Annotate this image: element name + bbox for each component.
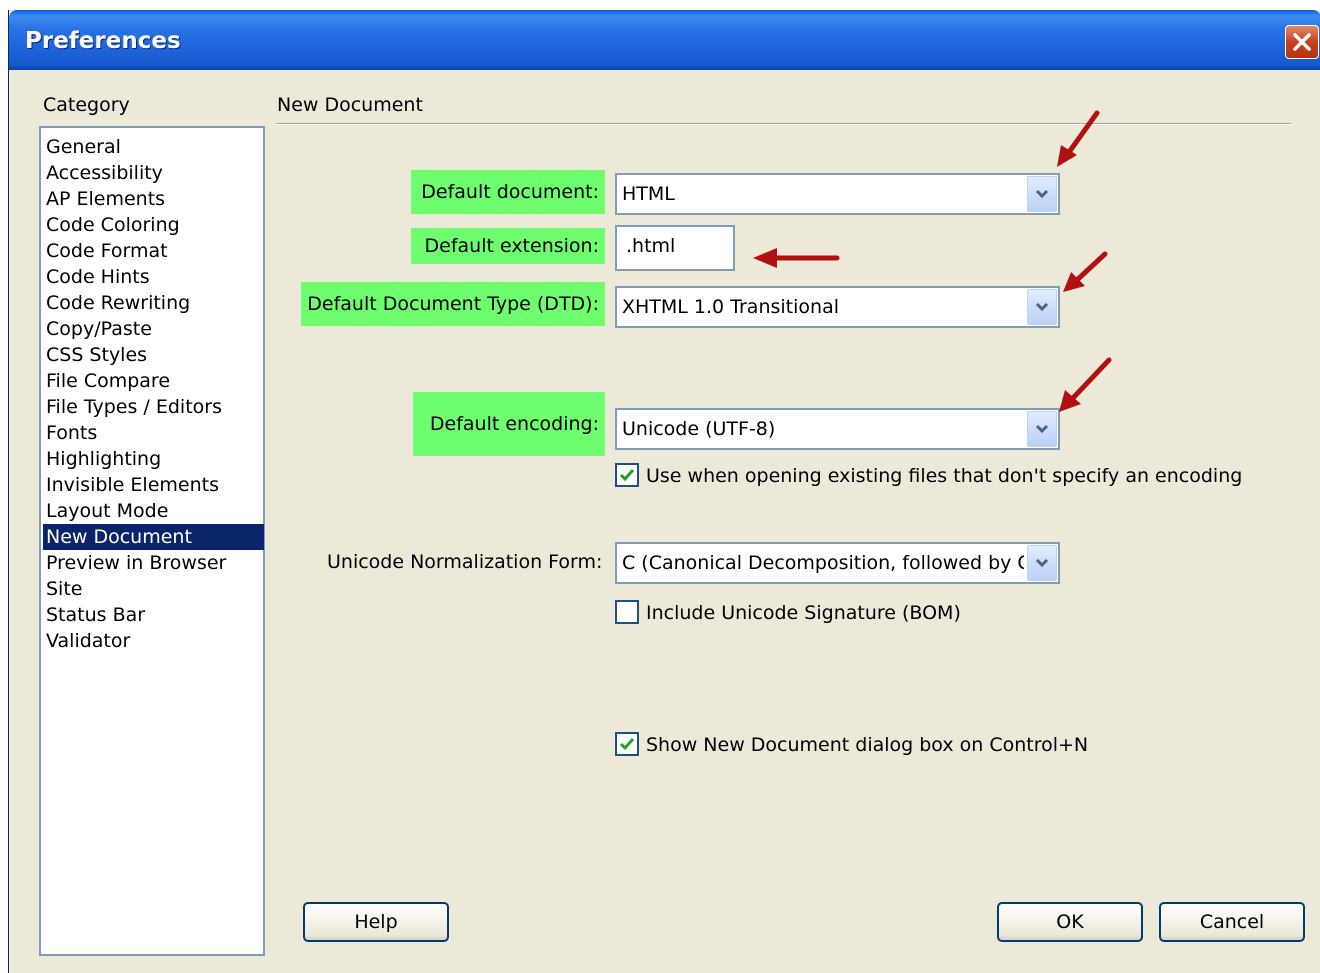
checkmark-icon <box>619 469 635 482</box>
default-dtd-value: XHTML 1.0 Transitional <box>622 296 839 318</box>
category-item[interactable]: Accessibility <box>43 160 264 186</box>
category-item[interactable]: Validator <box>43 628 264 654</box>
default-encoding-label: Default encoding: <box>413 392 605 456</box>
dropdown-button[interactable] <box>1027 176 1057 212</box>
checkmark-icon <box>619 738 635 751</box>
default-encoding-value: Unicode (UTF-8) <box>622 418 776 440</box>
category-item[interactable]: New Document <box>43 524 264 550</box>
include-bom-checkbox[interactable] <box>615 600 639 624</box>
default-encoding-select[interactable]: Unicode (UTF-8) <box>615 408 1060 450</box>
default-dtd-select[interactable]: XHTML 1.0 Transitional <box>615 286 1060 328</box>
category-item[interactable]: Fonts <box>43 420 264 446</box>
category-item[interactable]: Code Hints <box>43 264 264 290</box>
default-dtd-label-text: Default Document Type (DTD): <box>307 293 599 315</box>
window-title: Preferences <box>25 28 181 54</box>
show-new-doc-label: Show New Document dialog box on Control+… <box>646 734 1089 756</box>
category-item[interactable]: Preview in Browser <box>43 550 264 576</box>
normalization-select[interactable]: C (Canonical Decomposition, followed by … <box>615 542 1060 584</box>
red-arrow-icon <box>753 248 840 268</box>
default-extension-input[interactable]: .html <box>615 225 735 271</box>
category-heading: Category <box>43 94 130 116</box>
default-extension-label: Default extension: <box>411 228 605 264</box>
cancel-button[interactable]: Cancel <box>1159 902 1305 942</box>
close-button[interactable] <box>1285 25 1319 59</box>
default-encoding-label-text: Default encoding: <box>429 413 599 435</box>
close-icon <box>1293 33 1311 51</box>
chevron-down-icon <box>1035 189 1049 199</box>
category-item[interactable]: Layout Mode <box>43 498 264 524</box>
section-title: New Document <box>277 94 423 116</box>
red-arrow-icon <box>1059 357 1112 412</box>
default-extension-value: .html <box>626 235 676 257</box>
default-document-value: HTML <box>622 183 675 205</box>
ok-button[interactable]: OK <box>997 902 1143 942</box>
category-item[interactable]: Code Coloring <box>43 212 264 238</box>
use-when-opening-checkbox[interactable] <box>615 463 639 487</box>
dropdown-button[interactable] <box>1027 545 1057 581</box>
category-item[interactable]: Code Format <box>43 238 264 264</box>
default-document-label-text: Default document: <box>421 181 599 203</box>
category-item[interactable]: CSS Styles <box>43 342 264 368</box>
category-item[interactable]: Copy/Paste <box>43 316 264 342</box>
dropdown-button[interactable] <box>1027 289 1057 325</box>
show-new-doc-checkbox[interactable] <box>615 732 639 756</box>
chevron-down-icon <box>1035 424 1049 434</box>
category-item[interactable]: Highlighting <box>43 446 264 472</box>
category-item[interactable]: Code Rewriting <box>43 290 264 316</box>
title-bar[interactable]: Preferences <box>9 10 1320 70</box>
default-document-label: Default document: <box>411 170 605 214</box>
default-document-select[interactable]: HTML <box>615 173 1060 215</box>
default-extension-label-text: Default extension: <box>424 235 600 257</box>
chevron-down-icon <box>1035 302 1049 312</box>
category-item[interactable]: File Types / Editors <box>43 394 264 420</box>
category-item[interactable]: Status Bar <box>43 602 264 628</box>
chevron-down-icon <box>1035 558 1049 568</box>
normalization-value: C (Canonical Decomposition, followed by … <box>622 552 1024 574</box>
use-when-opening-label: Use when opening existing files that don… <box>646 465 1243 487</box>
red-arrow-icon <box>1063 251 1108 292</box>
category-item[interactable]: Site <box>43 576 264 602</box>
normalization-label: Unicode Normalization Form: <box>327 551 603 573</box>
section-divider <box>276 123 1291 125</box>
category-item[interactable]: Invisible Elements <box>43 472 264 498</box>
include-bom-label: Include Unicode Signature (BOM) <box>646 602 961 624</box>
category-item[interactable]: File Compare <box>43 368 264 394</box>
category-list[interactable]: General Accessibility AP Elements Code Colo… <box>39 126 265 956</box>
help-button[interactable]: Help <box>303 902 449 942</box>
default-dtd-label: Default Document Type (DTD): <box>301 282 605 326</box>
red-arrow-icon <box>1057 110 1100 167</box>
preferences-dialog: Preferences Category General Accessibilit… <box>8 10 1320 973</box>
category-item[interactable]: AP Elements <box>43 186 264 212</box>
category-item[interactable]: General <box>43 134 264 160</box>
